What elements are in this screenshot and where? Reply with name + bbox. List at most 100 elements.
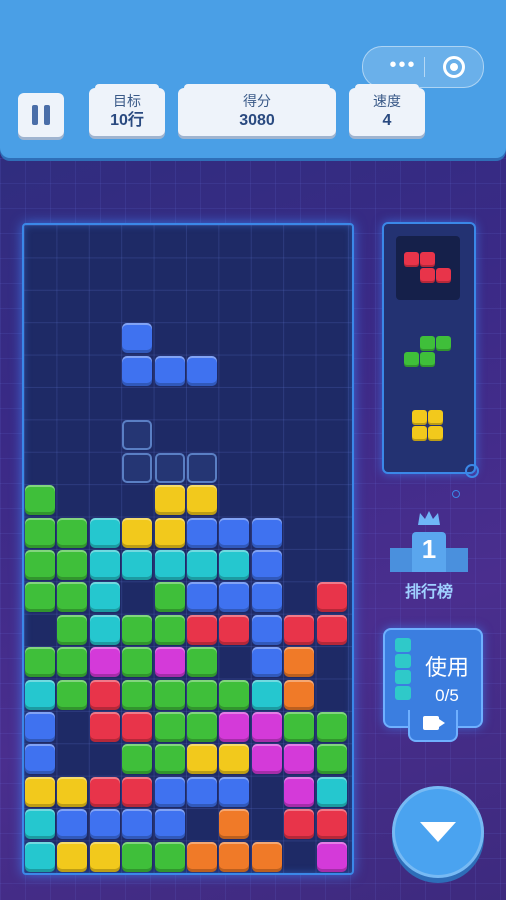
active-piece-block <box>154 355 185 386</box>
stack-block-cyan <box>219 550 250 580</box>
stack-block-magenta <box>316 841 347 872</box>
stack-block-cyan <box>316 776 347 807</box>
watch-video-button[interactable] <box>408 710 458 742</box>
active-piece-block <box>122 323 153 354</box>
stack-block-orange <box>219 841 250 872</box>
stack-block-blue <box>187 517 217 548</box>
stack-block-blue <box>219 776 250 807</box>
crown-icon <box>418 511 440 525</box>
stack-block-green <box>154 679 185 710</box>
active-piece-block <box>122 355 153 386</box>
stack-block-orange <box>219 809 250 840</box>
stack-block-green <box>187 647 217 678</box>
pause-icon <box>32 105 38 125</box>
stack-block-yellow <box>25 776 55 807</box>
stack-block-magenta <box>251 712 282 742</box>
stack-block-cyan <box>25 841 55 872</box>
board-grid <box>24 225 352 873</box>
stack-block-green <box>284 712 315 742</box>
active-piece-block <box>187 355 217 386</box>
next-piece-block-green <box>420 352 435 367</box>
stack-block-yellow <box>187 485 217 516</box>
stack-block-yellow <box>57 776 88 807</box>
stack-block-yellow <box>154 485 185 516</box>
stack-block-blue <box>122 809 153 840</box>
stack-block-green <box>122 647 153 678</box>
leaderboard-button[interactable]: 1 排行榜 <box>390 510 468 601</box>
stack-block-red <box>89 776 120 807</box>
next-piece-block-red <box>404 252 419 267</box>
stack-block-blue <box>251 550 282 580</box>
stack-block-green <box>25 550 55 580</box>
stack-block-blue <box>154 809 185 840</box>
next-piece-block-red <box>436 268 451 283</box>
stack-block-cyan <box>89 614 120 645</box>
stack-block-red <box>122 776 153 807</box>
podium-icon: 1 <box>390 532 468 572</box>
next-piece-block-red <box>420 268 435 283</box>
stack-block-cyan <box>25 679 55 710</box>
stack-block-red <box>187 614 217 645</box>
next-slot-1 <box>396 236 460 300</box>
stack-block-yellow <box>154 517 185 548</box>
stack-block-blue <box>219 582 250 613</box>
stack-block-red <box>284 809 315 840</box>
stack-block-green <box>122 679 153 710</box>
use-count: 0/5 <box>435 686 459 705</box>
next-slot-3 <box>396 394 460 458</box>
pause-button[interactable] <box>18 93 64 137</box>
stack-block-green <box>154 582 185 613</box>
stack-block-blue <box>25 712 55 742</box>
stack-block-yellow <box>122 517 153 548</box>
stack-block-cyan <box>187 550 217 580</box>
stack-block-blue <box>25 744 55 775</box>
stack-block-cyan <box>89 550 120 580</box>
stack-block-orange <box>251 841 282 872</box>
score-card: 得分 3080 <box>178 84 336 136</box>
stack-block-orange <box>284 679 315 710</box>
next-slot-2 <box>396 320 460 384</box>
stack-block-magenta <box>154 647 185 678</box>
stack-block-green <box>122 614 153 645</box>
target-circle-icon[interactable] <box>443 56 465 78</box>
decor-bubble-small <box>452 490 460 498</box>
stack-block-red <box>316 582 347 613</box>
stack-block-blue <box>251 517 282 548</box>
speed-value: 4 <box>382 112 392 129</box>
drop-button[interactable] <box>392 786 484 878</box>
stack-block-red <box>89 679 120 710</box>
stack-block-red <box>284 614 315 645</box>
speed-label: 速度 <box>373 93 401 109</box>
stack-block-green <box>57 647 88 678</box>
stack-block-blue <box>187 776 217 807</box>
stack-block-red <box>316 614 347 645</box>
stack-block-yellow <box>219 744 250 775</box>
mini-program-capsule: ••• <box>362 46 484 88</box>
powerup-strip-block <box>395 654 411 668</box>
stack-block-green <box>316 712 347 742</box>
stack-block-red <box>89 712 120 742</box>
pause-icon-bar <box>44 105 50 125</box>
stack-block-magenta <box>89 647 120 678</box>
stack-block-red <box>122 712 153 742</box>
next-piece-block-green <box>420 336 435 351</box>
capsule-divider <box>424 57 425 77</box>
game-board[interactable] <box>22 223 354 875</box>
stack-block-green <box>57 679 88 710</box>
stack-block-yellow <box>57 841 88 872</box>
target-label: 目标 <box>113 93 141 109</box>
more-dots-icon[interactable]: ••• <box>381 55 425 79</box>
stack-block-red <box>219 614 250 645</box>
stack-block-yellow <box>187 744 217 775</box>
stack-block-green <box>57 614 88 645</box>
stack-block-blue <box>251 647 282 678</box>
stack-block-green <box>57 582 88 613</box>
rank-number: 1 <box>421 534 437 564</box>
next-piece-block-yellow <box>412 426 427 441</box>
ghost-piece-block <box>122 420 153 451</box>
next-piece-block-yellow <box>428 426 443 441</box>
leaderboard-label: 排行榜 <box>404 584 453 601</box>
stack-block-blue <box>219 517 250 548</box>
next-piece-block-yellow <box>412 410 427 425</box>
stack-block-green <box>154 614 185 645</box>
